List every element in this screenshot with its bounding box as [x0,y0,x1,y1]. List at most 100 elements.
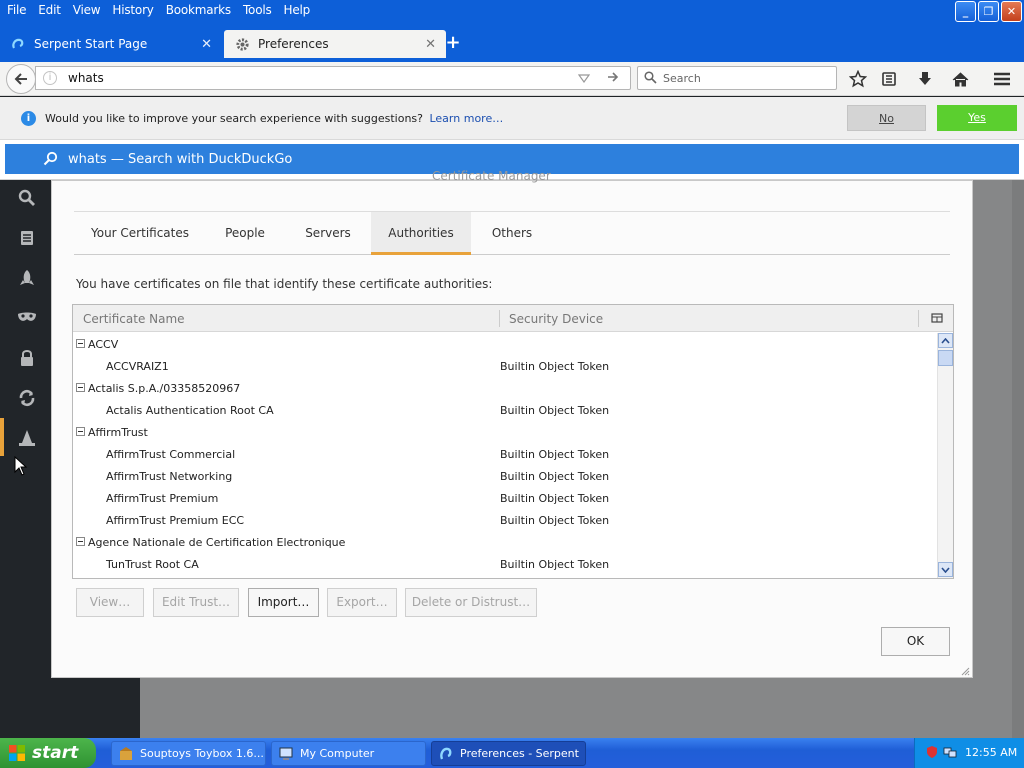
menu-bookmarks[interactable]: Bookmarks [160,3,237,17]
collapse-toggle-icon[interactable] [76,427,85,436]
reading-list-icon[interactable] [879,69,899,89]
search-icon[interactable] [17,188,37,208]
security-device: Builtin Object Token [500,448,610,461]
tree-cert-row[interactable]: AffirmTrust Networking Builtin Object To… [73,465,937,487]
suggestion-text: whats — Search with DuckDuckGo [68,152,293,167]
no-button[interactable]: No [847,105,926,131]
document-icon[interactable] [17,228,37,248]
url-bar[interactable]: i whats [35,66,631,90]
search-icon [644,71,657,87]
home-icon[interactable] [950,69,970,89]
tree-group-row[interactable]: ACCV [73,333,937,355]
tab-servers[interactable]: Servers [292,212,364,255]
tree-group-row[interactable]: Agence Nationale de Certification Electr… [73,531,937,553]
hamburger-menu-icon[interactable] [992,69,1012,89]
windows-flag-icon [8,744,26,762]
info-icon[interactable]: i [43,71,57,85]
column-separator[interactable] [918,310,919,327]
scroll-down-arrow-icon[interactable] [938,562,953,577]
taskbar-item-preferences[interactable]: Preferences - Serpent [431,741,586,766]
tab-authorities[interactable]: Authorities [371,212,471,255]
close-tab-icon[interactable]: ✕ [201,37,212,52]
taskbar-item-label: Souptoys Toybox 1.6... [140,747,264,760]
menu-history[interactable]: History [106,3,159,17]
menu-help[interactable]: Help [278,3,317,17]
serpent-icon [438,746,454,762]
menu-view[interactable]: View [67,3,107,17]
learn-more-link[interactable]: Learn more… [429,112,503,125]
tree-cert-row[interactable]: AffirmTrust Commercial Builtin Object To… [73,443,937,465]
taskbar-item-souptoys[interactable]: Souptoys Toybox 1.6... [111,741,266,766]
column-security-device[interactable]: Security Device [509,312,603,326]
collapse-toggle-icon[interactable] [76,339,85,348]
tree-cert-row[interactable]: ACCVRAIZ1 Builtin Object Token [73,355,937,377]
mask-icon[interactable] [17,308,37,328]
download-icon[interactable] [915,69,935,89]
security-device: Builtin Object Token [500,404,610,417]
tree-cert-row[interactable]: AffirmTrust Premium Builtin Object Token [73,487,937,509]
tree-cert-row[interactable]: TunTrust Root CA Builtin Object Token [73,553,937,575]
column-separator[interactable] [499,310,500,327]
network-icon[interactable] [943,745,957,759]
sync-icon[interactable] [17,388,37,408]
scroll-up-arrow-icon[interactable] [938,333,953,348]
taskbar-item-my-computer[interactable]: My Computer [271,741,426,766]
delete-or-distrust-button[interactable]: Delete or Distrust… [405,588,537,617]
minimize-button[interactable]: _ [955,1,976,22]
certificate-tabs: Your Certificates People Servers Authori… [74,211,950,255]
collapse-toggle-icon[interactable] [76,383,85,392]
menu-edit[interactable]: Edit [32,3,66,17]
edit-trust-button[interactable]: Edit Trust… [153,588,239,617]
tab-preferences[interactable]: Preferences ✕ [224,30,446,58]
go-arrow-icon[interactable] [606,70,620,88]
ok-button[interactable]: OK [881,627,950,656]
tree-header: Certificate Name Security Device [73,305,953,332]
export-button[interactable]: Export… [327,588,397,617]
new-tab-button[interactable]: + [444,34,462,54]
certificate-name: Actalis Authentication Root CA [106,404,274,417]
tree-cert-row[interactable]: AffirmTrust Premium ECC Builtin Object T… [73,509,937,531]
collapse-toggle-icon[interactable] [76,537,85,546]
tab-your-certificates[interactable]: Your Certificates [74,212,206,255]
lock-icon[interactable] [17,348,37,368]
back-arrow-icon [14,73,27,85]
view-button[interactable]: View… [76,588,144,617]
tree-group-row[interactable]: Actalis S.p.A./03358520967 [73,377,937,399]
tree-cert-row[interactable]: Actalis Authentication Root CA Builtin O… [73,399,937,421]
tab-strip: Serpent Start Page ✕ Preferences ✕ + [0,22,1024,62]
tab-others[interactable]: Others [479,212,545,255]
url-input[interactable]: whats [68,71,104,85]
bookmark-star-icon[interactable] [848,69,868,89]
clock[interactable]: 12:55 AM [965,746,1017,759]
yes-button[interactable]: Yes [937,105,1017,131]
dialog-title: Certificate Manager [432,169,551,183]
search-suggestion-notification: i Would you like to improve your search … [0,97,1024,140]
page-scrollbar[interactable] [1012,180,1024,738]
column-certificate-name[interactable]: Certificate Name [83,312,185,326]
tab-people[interactable]: People [212,212,278,255]
shield-icon[interactable] [925,745,939,759]
certificate-name: AffirmTrust Premium ECC [106,514,245,527]
wizard-hat-icon[interactable] [17,428,37,448]
resize-grip-icon[interactable] [960,665,970,676]
tab-serpent-start-page[interactable]: Serpent Start Page ✕ [0,30,222,58]
back-button[interactable] [6,64,36,94]
taskbar: start Souptoys Toybox 1.6... My Computer… [0,738,1024,768]
start-button[interactable]: start [0,738,96,768]
scroll-thumb[interactable] [938,350,953,366]
taskbar-item-label: Preferences - Serpent [460,747,579,760]
nav-bar: i whats Search [0,62,1024,96]
import-button[interactable]: Import… [248,588,319,617]
close-tab-icon[interactable]: ✕ [425,37,436,52]
dropdown-arrow-icon[interactable] [577,72,591,86]
tree-group-row[interactable]: AffirmTrust [73,421,937,443]
menu-bar: File Edit View History Bookmarks Tools H… [0,0,1024,22]
search-box[interactable]: Search [637,66,837,90]
menu-tools[interactable]: Tools [237,3,278,17]
maximize-button[interactable]: ❐ [978,1,999,22]
close-window-button[interactable]: ✕ [1001,1,1022,22]
menu-file[interactable]: File [2,3,32,17]
rocket-icon[interactable] [17,268,37,288]
column-picker-icon[interactable] [931,312,943,324]
tree-scrollbar[interactable] [937,333,953,578]
